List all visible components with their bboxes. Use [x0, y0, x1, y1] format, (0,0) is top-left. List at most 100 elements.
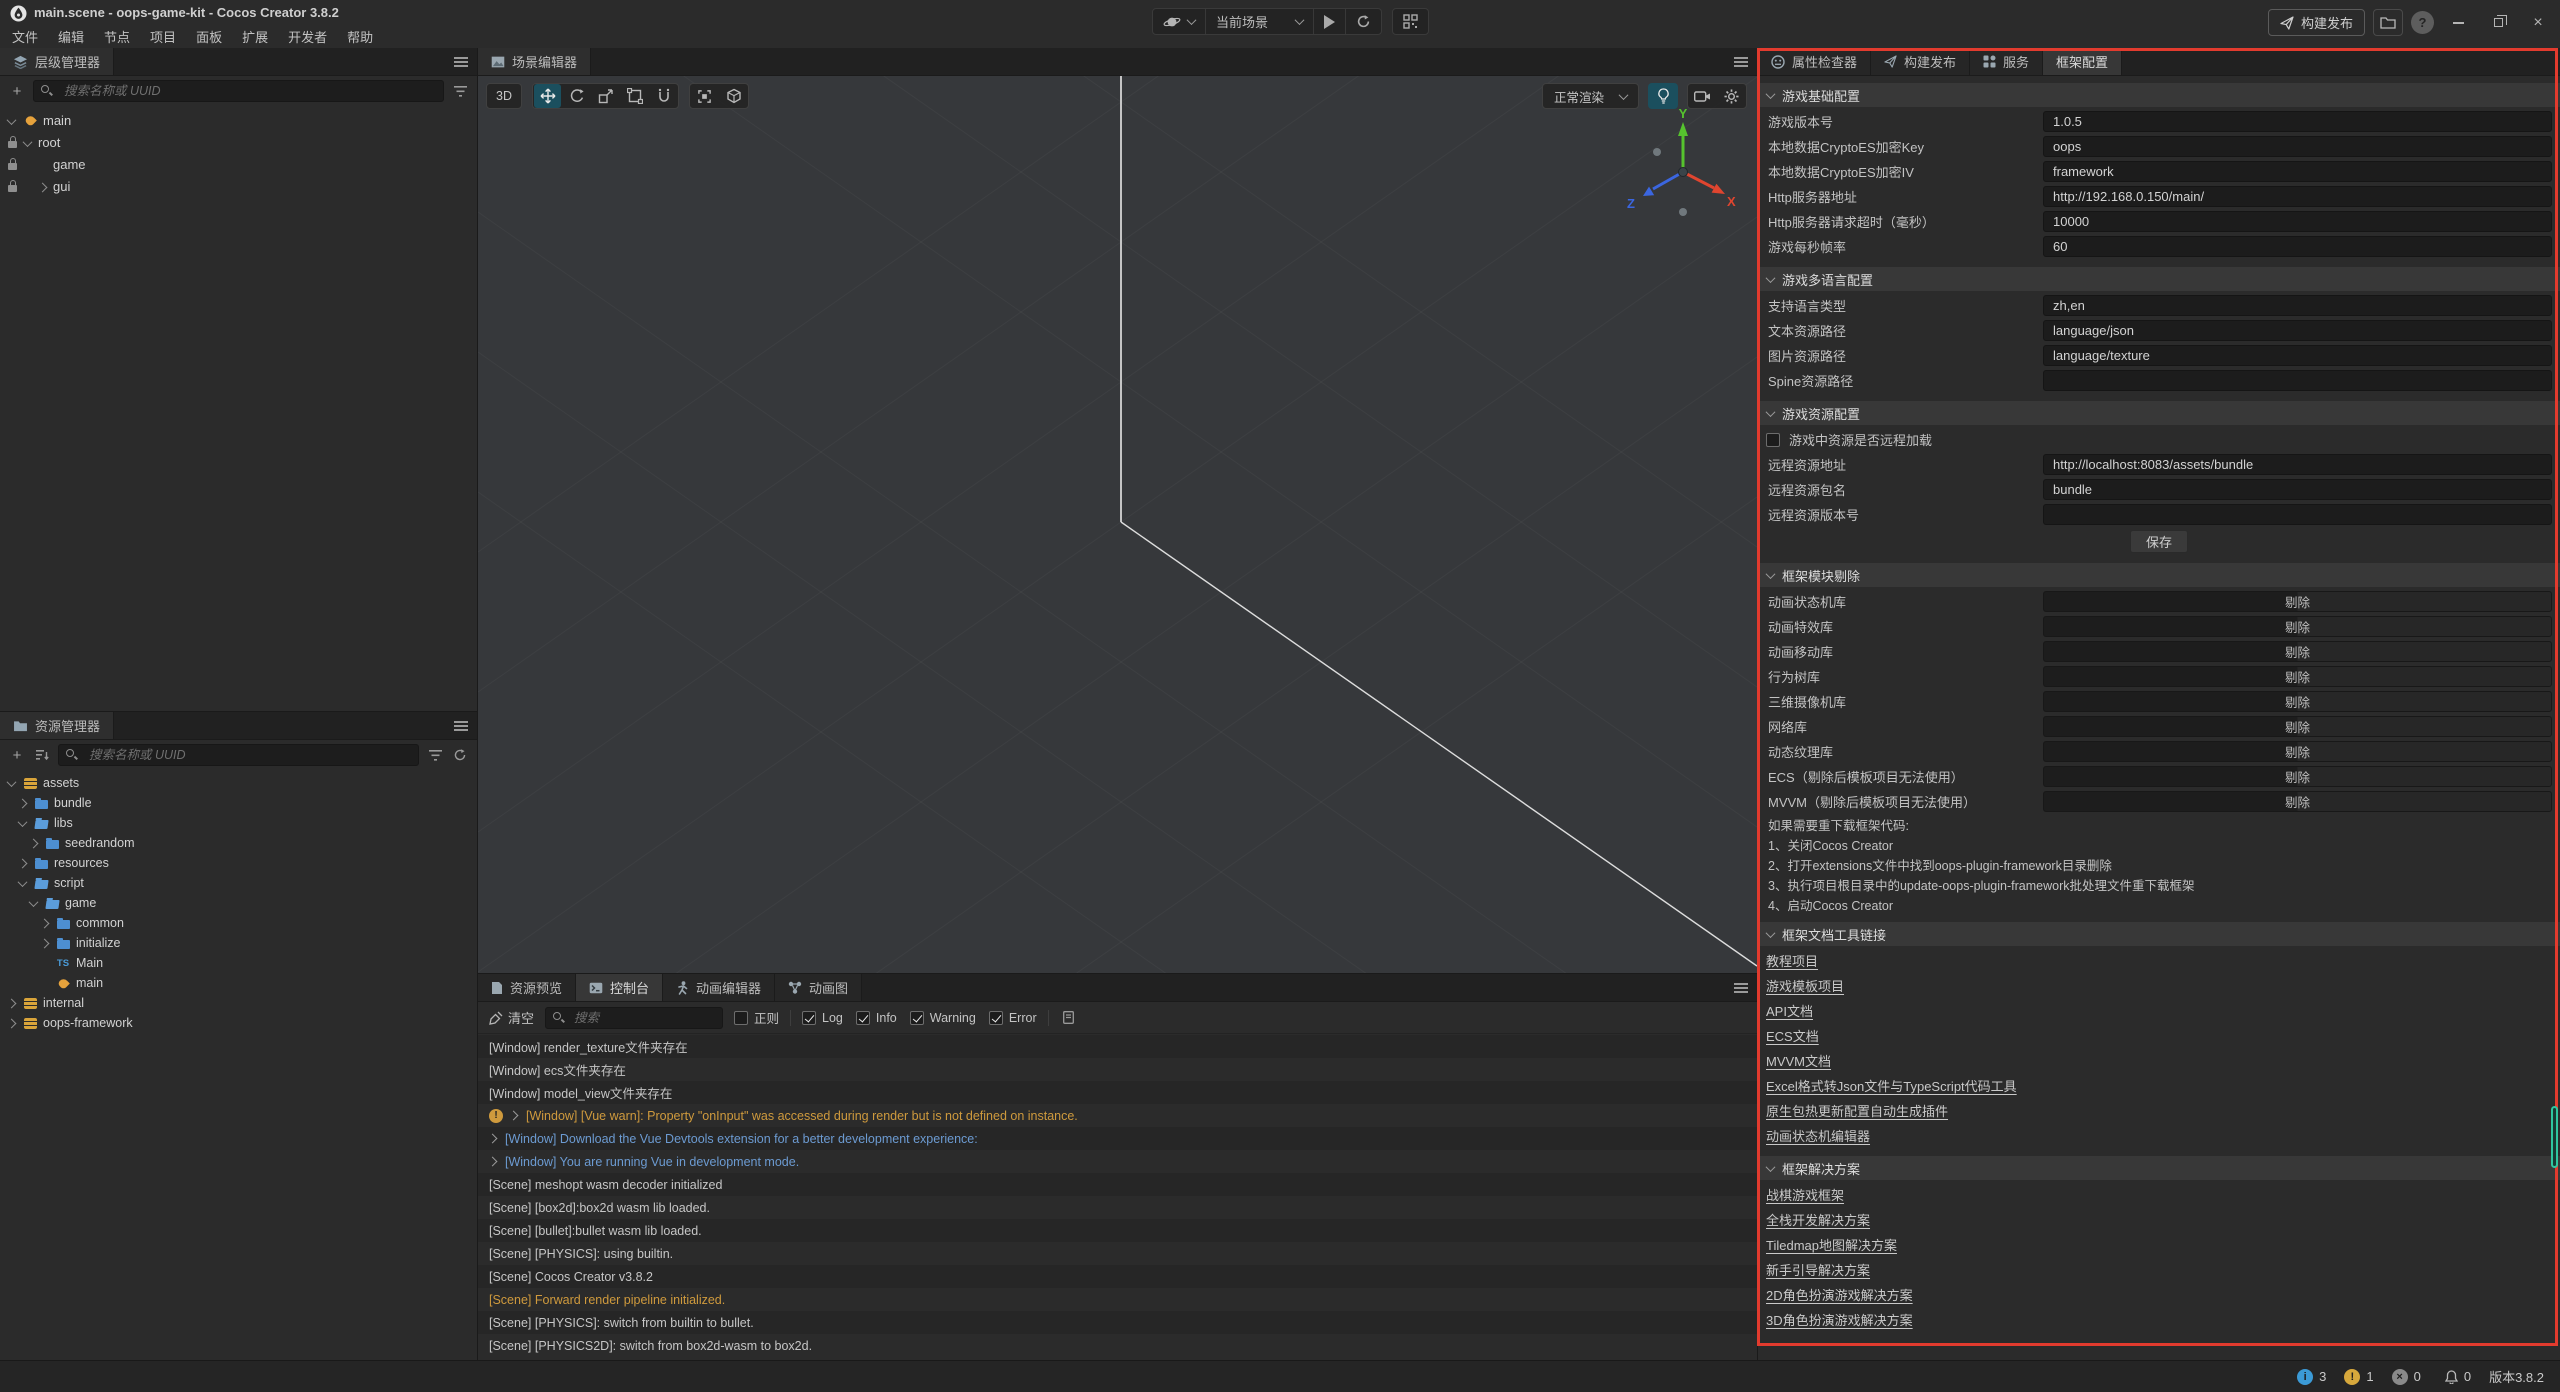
- axis-gizmo[interactable]: Y X Z: [1623, 108, 1743, 228]
- gizmo-space-button[interactable]: [650, 84, 677, 108]
- hierarchy-search-input[interactable]: [33, 80, 444, 102]
- caret-icon[interactable]: [19, 876, 26, 890]
- status-errors[interactable]: × 0: [2392, 1369, 2421, 1385]
- remove-button[interactable]: 剔除: [2043, 691, 2552, 712]
- menubar-item[interactable]: 帮助: [337, 25, 383, 48]
- scale-tool-button[interactable]: [592, 84, 619, 108]
- tree-node[interactable]: game: [0, 153, 477, 175]
- doc-link[interactable]: ECS文档: [1766, 1023, 1819, 1048]
- snap-settings-button[interactable]: [691, 84, 718, 108]
- remove-button[interactable]: 剔除: [2043, 641, 2552, 662]
- section-header-basic[interactable]: 游戏基础配置: [1758, 83, 2560, 107]
- tree-node[interactable]: assets: [0, 773, 477, 793]
- field-input[interactable]: bundle: [2043, 479, 2552, 500]
- doc-link[interactable]: Tiledmap地图解决方案: [1766, 1232, 1897, 1257]
- help-button[interactable]: ?: [2411, 11, 2434, 34]
- tree-node[interactable]: initialize: [0, 933, 477, 953]
- checkbox[interactable]: [989, 1011, 1003, 1025]
- scene-settings-button[interactable]: [1718, 84, 1745, 108]
- play-button[interactable]: [1314, 9, 1346, 34]
- tree-node[interactable]: game: [0, 893, 477, 913]
- regex-filter[interactable]: 正则: [734, 1008, 779, 1027]
- caret-icon[interactable]: [19, 856, 26, 870]
- section-header-solutions[interactable]: 框架解决方案: [1758, 1156, 2560, 1180]
- save-button[interactable]: 保存: [2130, 530, 2188, 553]
- field-input[interactable]: 1.0.5: [2043, 111, 2552, 132]
- remove-button[interactable]: 剔除: [2043, 766, 2552, 787]
- tab-hierarchy[interactable]: 层级管理器: [0, 48, 114, 75]
- log-filter[interactable]: Error: [989, 1011, 1037, 1025]
- tab-console[interactable]: 控制台: [576, 974, 663, 1001]
- status-notifications[interactable]: 0: [2445, 1369, 2471, 1384]
- caret-icon[interactable]: [41, 936, 48, 950]
- field-input[interactable]: language/texture: [2043, 345, 2552, 366]
- scrollbar-thumb[interactable]: [2551, 1106, 2558, 1168]
- section-header-docs[interactable]: 框架文档工具链接: [1758, 922, 2560, 946]
- tree-node[interactable]: script: [0, 873, 477, 893]
- field-input[interactable]: http://localhost:8083/assets/bundle: [2043, 454, 2552, 475]
- preview-target-button[interactable]: [1153, 9, 1206, 34]
- tree-node[interactable]: main: [0, 109, 477, 131]
- tab-inspector[interactable]: 属性检查器: [1758, 48, 1871, 75]
- expand-caret-icon[interactable]: [488, 1157, 498, 1167]
- log-row[interactable]: [Scene] [PHYSICS2D]: switch from box2d-w…: [478, 1334, 1757, 1357]
- field-input[interactable]: [2043, 504, 2552, 525]
- expand-caret-icon[interactable]: [509, 1111, 519, 1121]
- field-input[interactable]: zh,en: [2043, 295, 2552, 316]
- clear-console-button[interactable]: 清空: [489, 1008, 534, 1027]
- section-header-resource[interactable]: 游戏资源配置: [1758, 401, 2560, 425]
- tree-node[interactable]: internal: [0, 993, 477, 1013]
- caret-icon[interactable]: [19, 816, 26, 830]
- menubar-item[interactable]: 编辑: [48, 25, 94, 48]
- create-node-button[interactable]: +: [8, 82, 26, 100]
- remove-button[interactable]: 剔除: [2043, 616, 2552, 637]
- panel-menu-icon[interactable]: [454, 721, 468, 731]
- log-row[interactable]: [Scene] [PHYSICS]: using builtin.: [478, 1242, 1757, 1265]
- log-row[interactable]: [Window] You are running Vue in developm…: [478, 1150, 1757, 1173]
- tree-node[interactable]: main: [0, 973, 477, 993]
- log-row[interactable]: [Window] Download the Vue Devtools exten…: [478, 1127, 1757, 1150]
- grid-snap-button[interactable]: [720, 84, 747, 108]
- rotate-tool-button[interactable]: [563, 84, 590, 108]
- tree-node[interactable]: oops-framework: [0, 1013, 477, 1033]
- restart-button[interactable]: [1346, 9, 1381, 34]
- lighting-toggle-button[interactable]: [1648, 83, 1678, 109]
- log-row[interactable]: [Window] ecs文件夹存在: [478, 1058, 1757, 1081]
- remove-button[interactable]: 剔除: [2043, 791, 2552, 812]
- close-button[interactable]: ×: [2522, 10, 2554, 36]
- render-mode-dropdown[interactable]: 正常渲染: [1542, 83, 1639, 109]
- checkbox[interactable]: [910, 1011, 924, 1025]
- remove-button[interactable]: 剔除: [2043, 666, 2552, 687]
- log-row[interactable]: [Scene] meshopt wasm decoder initialized: [478, 1173, 1757, 1196]
- tab-services[interactable]: 服务: [1970, 48, 2043, 75]
- caret-icon[interactable]: [8, 776, 15, 790]
- caret-icon[interactable]: [8, 1016, 15, 1030]
- log-row[interactable]: [Scene] [bullet]:bullet wasm lib loaded.: [478, 1219, 1757, 1242]
- menubar-item[interactable]: 扩展: [232, 25, 278, 48]
- filter-icon[interactable]: [451, 82, 469, 100]
- tree-node[interactable]: root: [0, 131, 477, 153]
- field-input[interactable]: language/json: [2043, 320, 2552, 341]
- field-input[interactable]: 60: [2043, 236, 2552, 257]
- caret-icon[interactable]: [41, 916, 48, 930]
- tree-node[interactable]: libs: [0, 813, 477, 833]
- log-row[interactable]: [Scene] Cocos Creator v3.8.2: [478, 1265, 1757, 1288]
- section-header-modules[interactable]: 框架模块剔除: [1758, 563, 2560, 587]
- doc-link[interactable]: 新手引导解决方案: [1766, 1257, 1870, 1282]
- open-project-folder-button[interactable]: [2373, 9, 2403, 36]
- refresh-icon[interactable]: [451, 746, 469, 764]
- menubar-item[interactable]: 开发者: [278, 25, 337, 48]
- log-row[interactable]: [Window] [Vue warn]: Property "onInput" …: [478, 1104, 1757, 1127]
- log-filter[interactable]: Warning: [910, 1011, 976, 1025]
- expand-caret-icon[interactable]: [488, 1134, 498, 1144]
- field-input[interactable]: oops: [2043, 136, 2552, 157]
- field-input[interactable]: framework: [2043, 161, 2552, 182]
- tree-node[interactable]: resources: [0, 853, 477, 873]
- scene-select-dropdown[interactable]: 当前场景: [1206, 9, 1314, 34]
- log-filter[interactable]: Log: [802, 1011, 843, 1025]
- log-file-button[interactable]: [1060, 1009, 1078, 1027]
- doc-link[interactable]: MVVM文档: [1766, 1048, 1831, 1073]
- doc-link[interactable]: 全栈开发解决方案: [1766, 1207, 1870, 1232]
- tab-framework-config[interactable]: 框架配置: [2043, 48, 2122, 75]
- panel-menu-icon[interactable]: [1734, 983, 1748, 993]
